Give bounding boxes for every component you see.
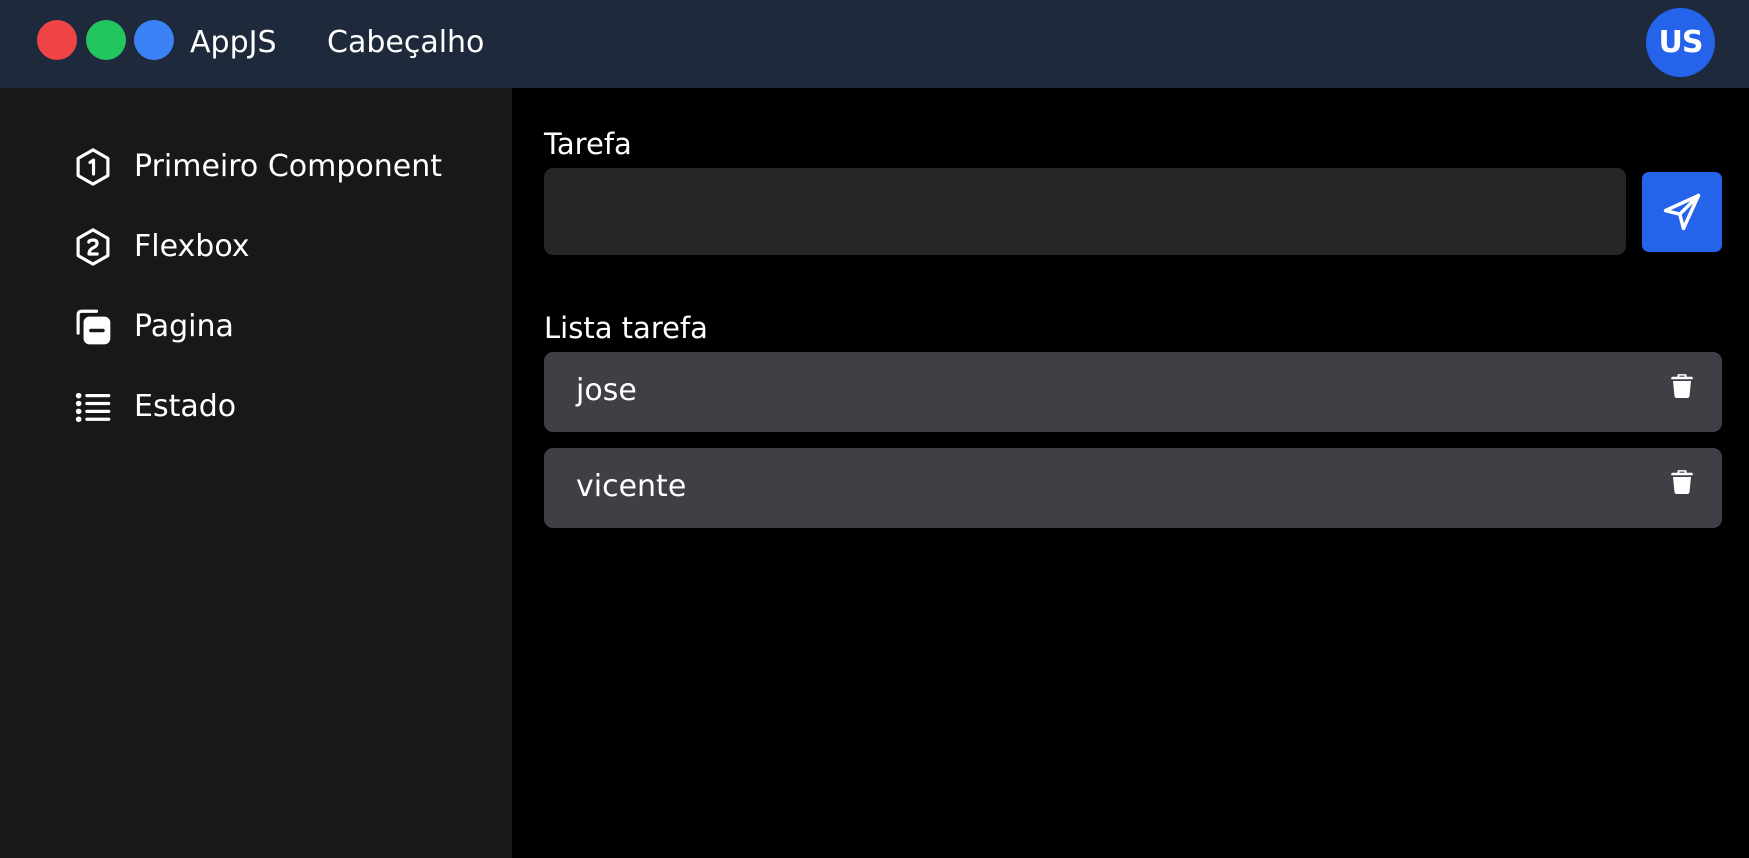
header-nav-link[interactable]: Cabeçalho xyxy=(327,22,484,64)
sidebar-item-label: Pagina xyxy=(134,309,234,344)
task-list-item: jose xyxy=(544,352,1722,432)
copy-minus-icon xyxy=(72,306,114,348)
task-field-label: Tarefa xyxy=(544,127,632,161)
task-list-label: Lista tarefa xyxy=(544,311,708,345)
header: AppJS Cabeçalho US xyxy=(0,0,1749,88)
sidebar: Primeiro Component Flexbox Pagina Estado xyxy=(0,88,512,858)
list-icon xyxy=(72,386,114,428)
sidebar-item-pagina[interactable]: Pagina xyxy=(72,303,234,351)
task-item-text: jose xyxy=(576,373,637,408)
main-content: Tarefa Lista tarefa jose vicente xyxy=(512,88,1749,858)
avatar[interactable]: US xyxy=(1646,8,1715,77)
sidebar-item-label: Flexbox xyxy=(134,229,250,264)
window-close-dot[interactable] xyxy=(37,20,77,60)
trash-icon xyxy=(1667,467,1697,497)
task-list-item: vicente xyxy=(544,448,1722,528)
send-icon xyxy=(1660,190,1704,234)
sidebar-item-primeiro-component[interactable]: Primeiro Component xyxy=(72,143,442,191)
sidebar-item-flexbox[interactable]: Flexbox xyxy=(72,223,250,271)
window-minimize-dot[interactable] xyxy=(134,20,174,60)
hexagon-number-2-icon xyxy=(72,226,114,268)
app-title[interactable]: AppJS xyxy=(190,22,277,64)
task-input[interactable] xyxy=(544,168,1626,255)
window-maximize-dot[interactable] xyxy=(86,20,126,60)
task-item-text: vicente xyxy=(576,469,687,504)
hexagon-number-1-icon xyxy=(72,146,114,188)
sidebar-item-label: Primeiro Component xyxy=(134,149,442,184)
sidebar-item-estado[interactable]: Estado xyxy=(72,383,236,431)
send-button[interactable] xyxy=(1642,172,1722,252)
sidebar-item-label: Estado xyxy=(134,389,237,424)
trash-icon xyxy=(1667,371,1697,401)
delete-task-button[interactable] xyxy=(1664,464,1700,500)
delete-task-button[interactable] xyxy=(1664,368,1700,404)
